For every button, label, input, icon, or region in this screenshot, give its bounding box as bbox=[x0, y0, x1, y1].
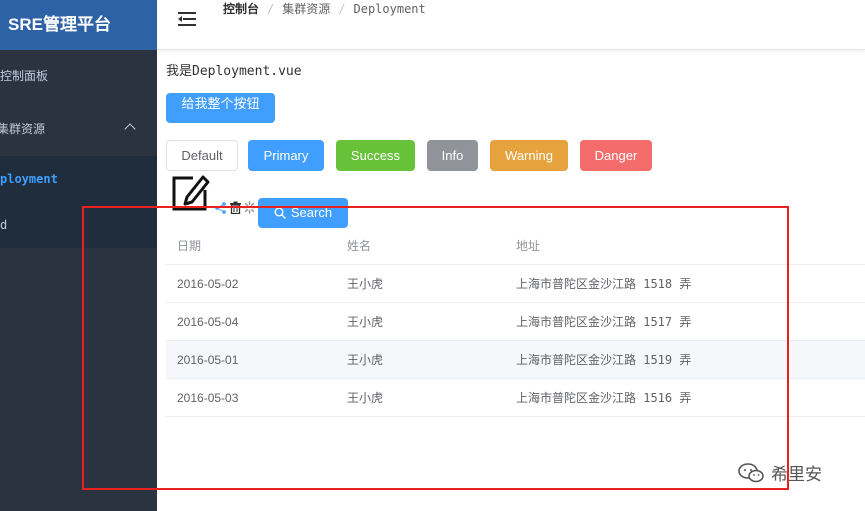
breadcrumb-item-cluster-resources[interactable]: 集群资源 bbox=[282, 2, 330, 16]
share-icon[interactable] bbox=[214, 201, 227, 214]
info-button[interactable]: Info bbox=[427, 140, 478, 171]
sidebar-item-deployment[interactable]: ployment bbox=[0, 156, 157, 202]
cell-address: 上海市普陀区金沙江路 1516 弄 bbox=[516, 391, 692, 405]
cell-date: 2016-05-04 bbox=[177, 315, 239, 329]
table-row[interactable]: 2016-05-04 王小虎 上海市普陀区金沙江路 1517 弄 bbox=[166, 303, 865, 341]
danger-button[interactable]: Danger bbox=[580, 140, 652, 171]
sidebar-item-d[interactable]: d bbox=[0, 202, 157, 248]
column-header-name: 姓名 bbox=[347, 239, 372, 253]
sidebar-submenu-cluster-resources[interactable]: 集群资源 bbox=[0, 106, 154, 152]
sidebar-item-label: ployment bbox=[0, 172, 58, 186]
watermark: 希里安 bbox=[737, 460, 822, 488]
delete-icon[interactable] bbox=[229, 201, 242, 214]
cell-address: 上海市普陀区金沙江路 1517 弄 bbox=[516, 315, 692, 329]
cell-name: 王小虎 bbox=[347, 391, 384, 405]
sidebar: SRE管理平台 控制面板 集群资源 ployment d bbox=[0, 0, 157, 511]
breadcrumb-item-deployment: Deployment bbox=[353, 2, 426, 16]
data-table: 日期 姓名 地址 2016-05-02 王小虎 上海市普陀区金沙江路 1518 … bbox=[166, 227, 865, 417]
column-header-address: 地址 bbox=[516, 239, 541, 253]
edit-icon[interactable] bbox=[169, 172, 211, 214]
top-header: 控制台 / 集群资源 / Deployment bbox=[157, 0, 865, 50]
cell-address: 上海市普陀区金沙江路 1519 弄 bbox=[516, 353, 692, 367]
warning-button[interactable]: Warning bbox=[490, 140, 568, 171]
table-header-row: 日期 姓名 地址 bbox=[166, 227, 865, 265]
cell-date: 2016-05-01 bbox=[177, 353, 239, 367]
cell-address: 上海市普陀区金沙江路 1518 弄 bbox=[516, 277, 692, 291]
sidebar-item-label: 集群资源 bbox=[0, 122, 46, 136]
intro-text: 我是Deployment.vue bbox=[166, 64, 302, 79]
cell-date: 2016-05-02 bbox=[177, 277, 239, 291]
breadcrumb-item-console[interactable]: 控制台 bbox=[223, 2, 259, 16]
success-button[interactable]: Success bbox=[336, 140, 415, 171]
primary-button[interactable]: Primary bbox=[248, 140, 324, 171]
cell-name: 王小虎 bbox=[347, 277, 384, 291]
default-button[interactable]: Default bbox=[166, 140, 238, 171]
loading-icon bbox=[243, 201, 256, 214]
app-logo[interactable]: SRE管理平台 bbox=[0, 0, 157, 50]
cell-name: 王小虎 bbox=[347, 353, 384, 367]
breadcrumb: 控制台 / 集群资源 / Deployment bbox=[223, 2, 426, 16]
hamburger-menu-icon[interactable] bbox=[178, 12, 196, 26]
sidebar-item-dashboard[interactable]: 控制面板 bbox=[0, 53, 157, 99]
table-row[interactable]: 2016-05-01 王小虎 上海市普陀区金沙江路 1519 弄 bbox=[166, 341, 865, 379]
custom-button[interactable]: 给我整个按钮 bbox=[166, 93, 275, 123]
sidebar-item-label: d bbox=[0, 218, 8, 232]
search-button-label: Search bbox=[290, 205, 333, 220]
search-icon bbox=[274, 207, 286, 219]
wechat-icon bbox=[738, 463, 764, 483]
chevron-up-icon bbox=[124, 123, 136, 135]
watermark-text: 希里安 bbox=[771, 465, 822, 485]
sidebar-item-label: 控制面板 bbox=[0, 69, 49, 83]
cell-date: 2016-05-03 bbox=[177, 391, 239, 405]
search-button[interactable]: Search bbox=[258, 198, 348, 228]
table-row[interactable]: 2016-05-03 王小虎 上海市普陀区金沙江路 1516 弄 bbox=[166, 379, 865, 417]
table-row[interactable]: 2016-05-02 王小虎 上海市普陀区金沙江路 1518 弄 bbox=[166, 265, 865, 303]
column-header-date: 日期 bbox=[177, 239, 202, 253]
cell-name: 王小虎 bbox=[347, 315, 384, 329]
